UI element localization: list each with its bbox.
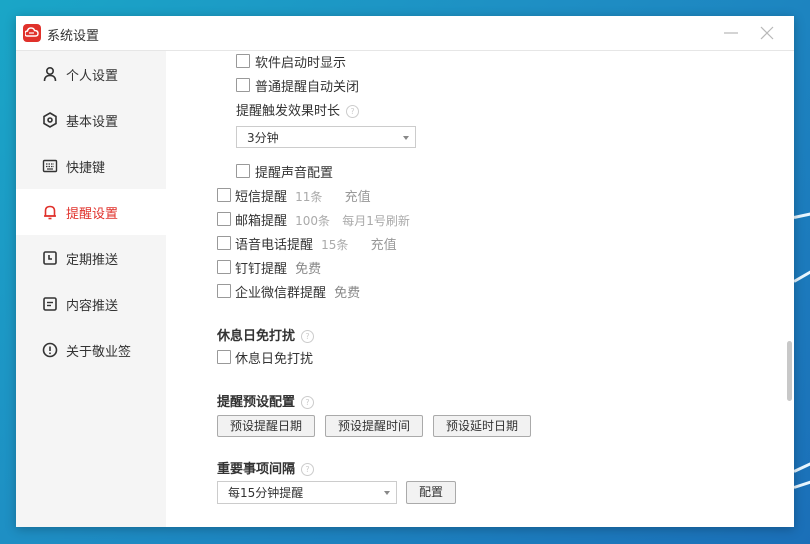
- sidebar-item-label: 基本设置: [66, 114, 119, 130]
- help-icon[interactable]: ?: [301, 330, 315, 343]
- calendar-icon: [42, 250, 58, 266]
- voice-count: 15条: [321, 238, 349, 252]
- wecom-free-note: 免费: [334, 286, 361, 301]
- user-icon: [42, 66, 58, 82]
- sidebar-item-label: 个人设置: [66, 68, 119, 84]
- wecom-row: 企业微信群提醒 免费: [235, 282, 360, 301]
- sms-count: 11条: [295, 190, 323, 204]
- dingtalk-row: 钉钉提醒 免费: [235, 258, 321, 277]
- trigger-duration-label: 提醒触发效果时长?: [236, 100, 360, 119]
- dnd-title-text: 休息日免打扰: [217, 329, 296, 344]
- email-checkbox[interactable]: [217, 212, 231, 226]
- interval-title-text: 重要事项间隔: [217, 462, 296, 477]
- help-icon[interactable]: ?: [301, 396, 315, 409]
- document-icon: [42, 296, 58, 312]
- interval-value: 每15分钟提醒: [228, 486, 304, 500]
- dnd-option-label: 休息日免打扰: [235, 352, 314, 367]
- preset-section-title: 提醒预设配置?: [217, 391, 315, 410]
- settings-window: 系统设置 个人设置 基本设置 快捷键 提醒设置 定期推送 内容推送 关于敬业签 …: [16, 16, 794, 527]
- voice-row: 语音电话提醒 15条 充值: [235, 234, 397, 253]
- chevron-down-icon: [384, 491, 390, 495]
- preset-time-button[interactable]: 预设提醒时间: [325, 415, 423, 437]
- sms-label: 短信提醒: [235, 190, 288, 205]
- dnd-section-title: 休息日免打扰?: [217, 325, 315, 344]
- trigger-duration-select[interactable]: 3分钟: [236, 126, 416, 148]
- chevron-down-icon: [403, 136, 409, 140]
- sound-config-checkbox[interactable]: [236, 164, 250, 178]
- trigger-duration-text: 提醒触发效果时长: [236, 104, 341, 119]
- sms-checkbox[interactable]: [217, 188, 231, 202]
- email-row: 邮箱提醒 100条 每月1号刷新: [235, 210, 410, 229]
- email-refresh-note: 每月1号刷新: [342, 214, 410, 228]
- dingtalk-free-note: 免费: [295, 262, 322, 277]
- sidebar-item-basic[interactable]: 基本设置: [16, 97, 166, 143]
- sms-row: 短信提醒 11条 充值: [235, 186, 371, 205]
- minimize-icon[interactable]: [720, 22, 742, 44]
- sidebar-item-label: 定期推送: [66, 252, 119, 268]
- interval-select[interactable]: 每15分钟提醒: [217, 481, 397, 504]
- voice-label: 语音电话提醒: [235, 238, 314, 253]
- wallpaper-line: [793, 457, 810, 473]
- sidebar-item-label: 提醒设置: [66, 206, 119, 222]
- scrollbar-thumb[interactable]: [787, 341, 792, 401]
- show-on-start-checkbox[interactable]: [236, 54, 250, 68]
- show-on-start-label: 软件启动时显示: [255, 56, 347, 71]
- sidebar-item-personal[interactable]: 个人设置: [16, 51, 166, 97]
- dingtalk-checkbox[interactable]: [217, 260, 231, 274]
- app-logo-icon: [23, 24, 41, 42]
- email-count: 100条: [295, 214, 331, 228]
- help-icon[interactable]: ?: [346, 105, 360, 118]
- preset-date-button[interactable]: 预设提醒日期: [217, 415, 315, 437]
- auto-close-label: 普通提醒自动关闭: [255, 80, 360, 95]
- preset-title-text: 提醒预设配置: [217, 395, 296, 410]
- sidebar-item-scheduled-push[interactable]: 定期推送: [16, 235, 166, 281]
- trigger-duration-value: 3分钟: [247, 131, 279, 145]
- settings-content: 软件启动时显示 普通提醒自动关闭 提醒触发效果时长? 3分钟 提醒声音配置 短信…: [166, 51, 794, 527]
- voice-recharge-link[interactable]: 充值: [371, 238, 397, 253]
- window-title: 系统设置: [47, 29, 100, 44]
- email-label: 邮箱提醒: [235, 214, 288, 229]
- sidebar-item-content-push[interactable]: 内容推送: [16, 281, 166, 327]
- sidebar-item-shortcuts[interactable]: 快捷键: [16, 143, 166, 189]
- dnd-checkbox[interactable]: [217, 350, 231, 364]
- wallpaper-line: [793, 265, 810, 283]
- info-icon: [42, 342, 58, 358]
- sound-config-label: 提醒声音配置: [255, 166, 334, 181]
- title-bar: 系统设置: [16, 16, 794, 51]
- sidebar-item-label: 快捷键: [66, 160, 106, 176]
- wallpaper-line: [793, 209, 810, 219]
- keyboard-icon: [42, 158, 58, 174]
- sidebar-item-reminders[interactable]: 提醒设置: [16, 189, 166, 235]
- bell-icon: [42, 204, 58, 220]
- help-icon[interactable]: ?: [301, 463, 315, 476]
- wecom-label: 企业微信群提醒: [235, 286, 327, 301]
- settings-icon: [42, 112, 58, 128]
- interval-config-button[interactable]: 配置: [406, 481, 456, 504]
- voice-checkbox[interactable]: [217, 236, 231, 250]
- wallpaper-line: [793, 476, 810, 489]
- wecom-checkbox[interactable]: [217, 284, 231, 298]
- sidebar-item-label: 内容推送: [66, 298, 119, 314]
- preset-delay-button[interactable]: 预设延时日期: [433, 415, 531, 437]
- sidebar: 个人设置 基本设置 快捷键 提醒设置 定期推送 内容推送 关于敬业签: [16, 51, 166, 527]
- dingtalk-label: 钉钉提醒: [235, 262, 288, 277]
- close-icon[interactable]: [756, 22, 778, 44]
- auto-close-checkbox[interactable]: [236, 78, 250, 92]
- sidebar-item-about[interactable]: 关于敬业签: [16, 327, 166, 373]
- sidebar-item-label: 关于敬业签: [66, 344, 132, 360]
- interval-section-title: 重要事项间隔?: [217, 458, 315, 477]
- sms-recharge-link[interactable]: 充值: [345, 190, 371, 205]
